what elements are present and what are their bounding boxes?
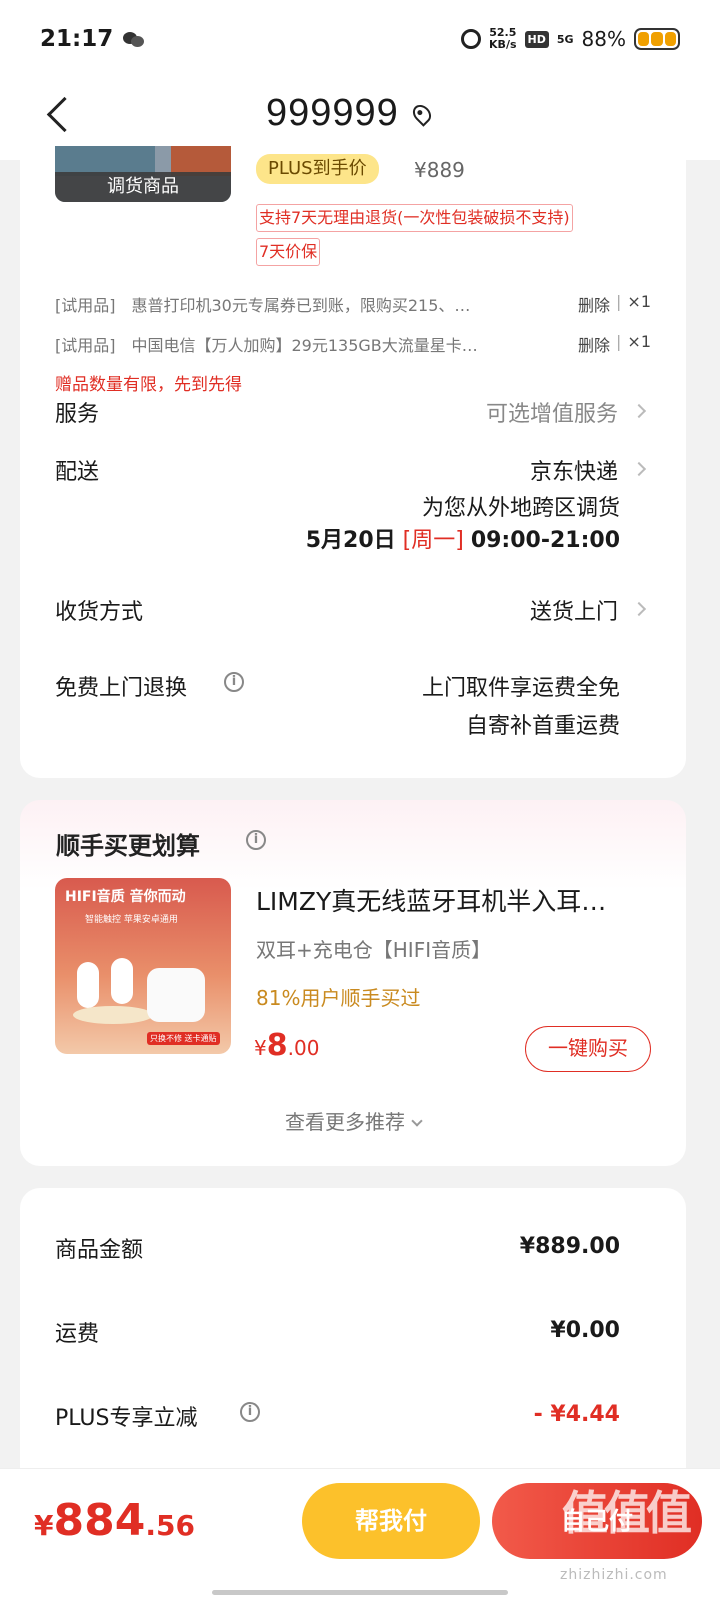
recommend-card: 顺手买更划算 i HIFI音质 音你而动 智能触控 苹果安卓通用 只换不修 送卡… bbox=[20, 800, 686, 1166]
summary-label: 运费 bbox=[55, 1322, 100, 1347]
recommend-item-spec: 双耳+充电仓【HIFI音质】 bbox=[256, 938, 492, 962]
gift-qty: ×1 bbox=[627, 332, 651, 351]
return-policy-tag: 支持7天无理由退货(一次性包装破损不支持) bbox=[256, 204, 573, 232]
delivery-note: 为您从外地跨区调货 bbox=[421, 496, 620, 521]
gift-type: [试用品] bbox=[55, 296, 116, 315]
wechat-icon bbox=[123, 30, 145, 48]
summary-value: ¥889.00 bbox=[519, 1234, 620, 1259]
delivery-label: 配送 bbox=[55, 460, 100, 485]
5g-signal-icon: 5G bbox=[556, 32, 574, 46]
watermark-url: zhizhizhi.com bbox=[560, 1567, 668, 1583]
free-return-line1: 上门取件享运费全免 bbox=[421, 676, 620, 701]
recommend-title: 顺手买更划算 bbox=[56, 832, 200, 860]
alarm-icon bbox=[461, 29, 482, 49]
delivery-time[interactable]: 5月20日 [周一] 09:00-21:00 bbox=[306, 522, 620, 554]
service-label: 服务 bbox=[55, 402, 100, 427]
gift-delete-button[interactable]: 删除 bbox=[578, 332, 610, 356]
plus-discount-value: - ¥4.44 bbox=[533, 1402, 620, 1427]
receive-method-label: 收货方式 bbox=[55, 600, 144, 625]
gift-row: [试用品] 中国电信【万人加购】29元135GB大流量星卡… 删除 | ×1 bbox=[55, 332, 651, 356]
status-time: 21:17 bbox=[40, 26, 114, 52]
free-return-line2: 自寄补首重运费 bbox=[465, 714, 620, 739]
gift-type: [试用品] bbox=[55, 336, 116, 355]
delivery-carrier[interactable]: 京东快递 bbox=[530, 454, 618, 486]
watermark-logo: 值值值 bbox=[562, 1486, 692, 1540]
product-price: ¥889 bbox=[414, 158, 465, 182]
checkout-bar: ¥884.56 帮我付 自己付 值值值 zhizhizhi.com bbox=[0, 1468, 720, 1600]
battery-icon bbox=[634, 28, 680, 50]
receive-method-value[interactable]: 送货上门 bbox=[530, 594, 618, 626]
gift-qty: ×1 bbox=[627, 292, 651, 311]
price-summary-card: 商品金额 ¥889.00 运费 ¥0.00 PLUS专享立减 i - ¥4.44 bbox=[20, 1188, 686, 1508]
plus-price-badge: PLUS到手价 bbox=[256, 154, 379, 184]
delivery-date: 5月20日 bbox=[305, 528, 396, 553]
total-price: ¥884.56 bbox=[34, 1495, 195, 1546]
gift-notice: 赠品数量有限，先到先得 bbox=[55, 375, 242, 395]
chevron-down-icon bbox=[411, 1115, 423, 1127]
summary-value: ¥0.00 bbox=[550, 1318, 620, 1343]
delivery-window: 09:00-21:00 bbox=[470, 528, 620, 553]
more-recommendations-link[interactable]: 查看更多推荐 bbox=[20, 1106, 686, 1135]
gift-name: 中国电信【万人加购】29元135GB大流量星卡… bbox=[131, 336, 478, 355]
chevron-right-icon[interactable] bbox=[631, 461, 647, 477]
recommend-item-price: ¥8.00 bbox=[254, 1028, 320, 1063]
image-subcaption: 智能触控 苹果安卓通用 bbox=[85, 915, 178, 925]
gift-name: 惠普打印机30元专属券已到账，限购买215、… bbox=[131, 296, 471, 315]
summary-label: 商品金额 bbox=[55, 1238, 144, 1263]
status-bar: 21:17 52.5 KB/s HD 5G 88% bbox=[0, 0, 720, 78]
order-item-card: 调货商品 PLUS到手价 ¥889 支持7天无理由退货(一次性包装破损不支持) … bbox=[20, 146, 686, 778]
info-icon[interactable]: i bbox=[224, 672, 244, 692]
page-title: 999999 bbox=[266, 92, 399, 134]
free-return-label: 免费上门退换 bbox=[55, 676, 188, 701]
info-icon[interactable]: i bbox=[246, 830, 266, 850]
transfer-goods-label: 调货商品 bbox=[55, 172, 231, 202]
network-speed: 52.5 KB/s bbox=[489, 26, 517, 51]
earbuds-product-image[interactable]: HIFI音质 音你而动 智能触控 苹果安卓通用 只换不修 送卡通贴 bbox=[55, 878, 231, 1054]
service-value[interactable]: 可选增值服务 bbox=[486, 396, 618, 428]
recommend-item-social: 81%用户顺手买过 bbox=[256, 986, 421, 1010]
recommend-item-title[interactable]: LIMZY真无线蓝牙耳机半入耳… bbox=[256, 882, 646, 918]
one-click-buy-button[interactable]: 一键购买 bbox=[525, 1026, 651, 1072]
product-thumbnail[interactable]: 调货商品 bbox=[55, 146, 231, 202]
delivery-weekday: [周一] bbox=[402, 528, 464, 553]
gift-delete-button[interactable]: 删除 bbox=[578, 292, 610, 316]
battery-percent: 88% bbox=[581, 27, 626, 51]
back-icon[interactable] bbox=[44, 96, 74, 136]
hd-icon: HD bbox=[524, 30, 549, 48]
summary-label: PLUS专享立减 bbox=[55, 1406, 198, 1431]
info-icon[interactable]: i bbox=[240, 1402, 260, 1422]
price-protect-tag: 7天价保 bbox=[256, 238, 321, 266]
gift-row: [试用品] 惠普打印机30元专属券已到账，限购买215、… 删除 | ×1 bbox=[55, 292, 651, 316]
chevron-right-icon[interactable] bbox=[631, 403, 647, 419]
help-me-pay-button[interactable]: 帮我付 bbox=[302, 1483, 480, 1559]
home-indicator[interactable] bbox=[212, 1590, 508, 1595]
image-badge: 只换不修 送卡通贴 bbox=[147, 1032, 220, 1045]
chevron-right-icon[interactable] bbox=[631, 601, 647, 617]
image-caption: HIFI音质 音你而动 bbox=[65, 889, 186, 905]
location-pin-icon[interactable] bbox=[409, 101, 435, 127]
